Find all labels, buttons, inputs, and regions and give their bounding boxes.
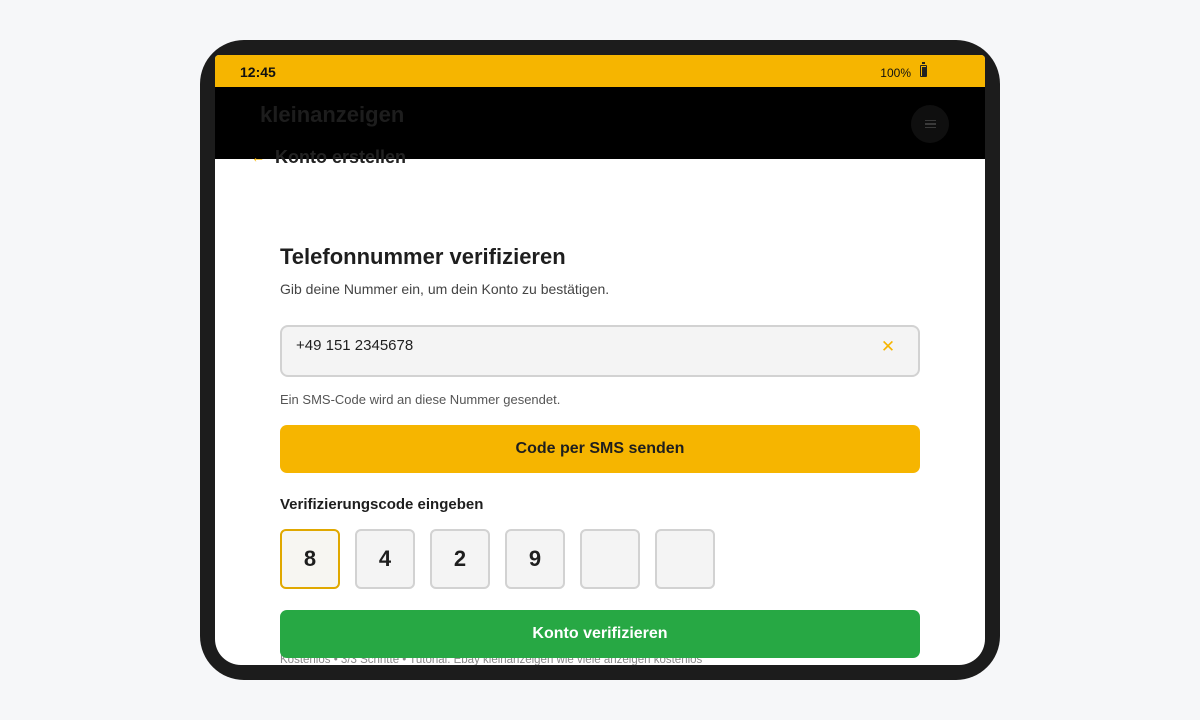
code-input-group: 8 4 2 9: [280, 529, 715, 589]
sms-hint: Ein SMS-Code wird an diese Nummer gesend…: [280, 392, 561, 407]
menu-icon: [924, 119, 936, 129]
status-bar: 12:45 100%: [215, 55, 985, 87]
battery-icon: [920, 62, 927, 77]
phone-input[interactable]: [296, 337, 856, 354]
battery-percent: 100%: [880, 66, 911, 80]
arrow-left-icon[interactable]: ←: [251, 149, 265, 165]
menu-button[interactable]: [911, 105, 949, 143]
code-label: Verifizierungscode eingeben: [280, 496, 484, 513]
back-navigation[interactable]: ← Konto erstellen: [251, 145, 406, 169]
phone-field: ✕: [280, 325, 920, 377]
page-title: Telefonnummer verifizieren: [280, 244, 566, 269]
nav-title: Konto erstellen: [275, 146, 407, 167]
page-subtitle: Gib deine Nummer ein, um dein Konto zu b…: [280, 281, 610, 297]
code-digit-3[interactable]: 2: [430, 529, 490, 589]
code-digit-4[interactable]: 9: [505, 529, 565, 589]
logo: kleinanzeigen: [260, 102, 405, 127]
code-digit-1[interactable]: 8: [280, 529, 340, 589]
send-sms-code-button[interactable]: Code per SMS senden: [280, 425, 920, 473]
code-digit-5[interactable]: [580, 529, 640, 589]
screen: 12:45 100% kleinanzeigen ← Konto erstell…: [215, 55, 985, 665]
close-icon[interactable]: ✕: [878, 337, 898, 357]
code-digit-6[interactable]: [655, 529, 715, 589]
code-digit-2[interactable]: 4: [355, 529, 415, 589]
verify-account-button[interactable]: Konto verifizieren: [280, 610, 920, 658]
device-frame: 12:45 100% kleinanzeigen ← Konto erstell…: [200, 40, 1000, 680]
status-time: 12:45: [240, 64, 276, 80]
